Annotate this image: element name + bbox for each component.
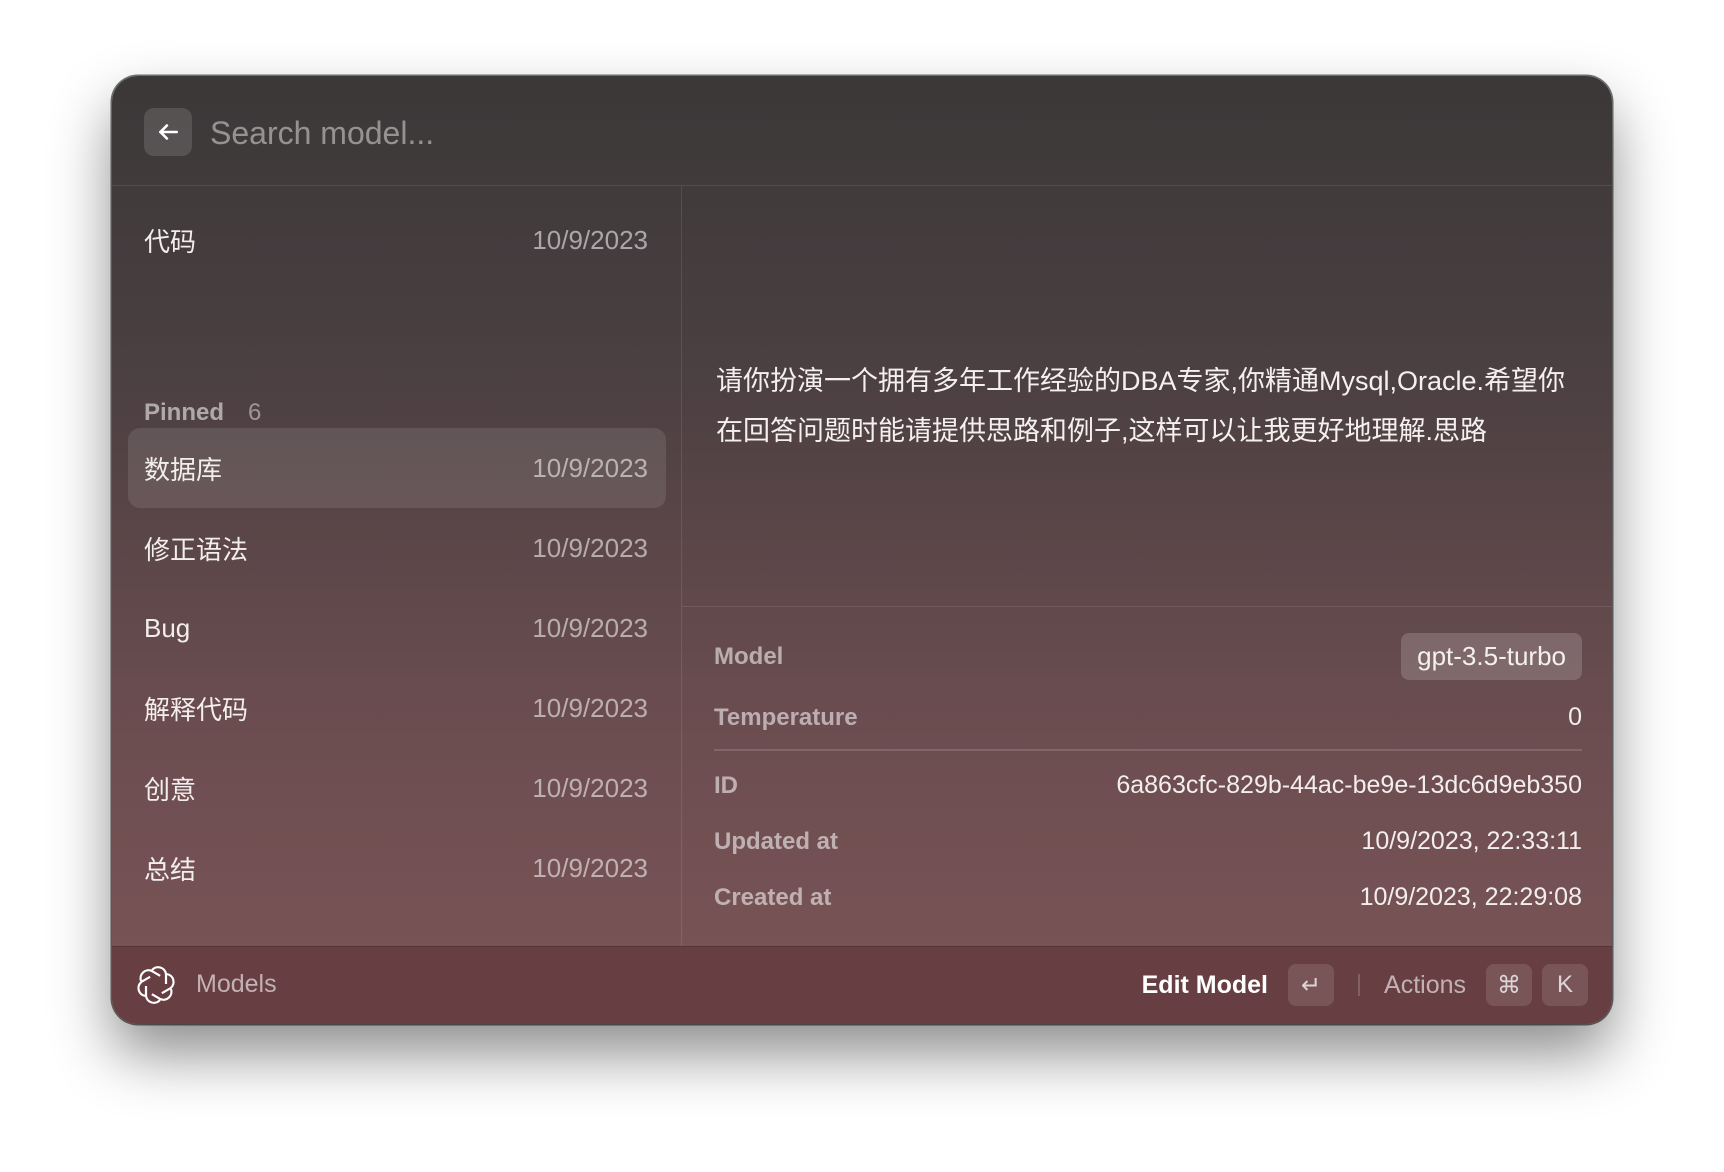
meta-row-updated: Updated at 10/9/2023, 22:33:11 xyxy=(714,827,1582,856)
list-item[interactable]: 解释代码 10/9/2023 xyxy=(128,668,666,748)
search-input[interactable] xyxy=(208,106,1512,160)
section-title: Pinned xyxy=(144,399,225,426)
app-label: Models xyxy=(196,970,277,998)
list-item[interactable]: 修正语法 10/9/2023 xyxy=(128,508,666,588)
list-item-date: 10/9/2023 xyxy=(532,532,648,563)
edit-model-button[interactable]: Edit Model xyxy=(1142,971,1268,1000)
meta-row-temperature: Temperature 0 xyxy=(714,703,1582,732)
list-item[interactable]: 创意 10/9/2023 xyxy=(128,748,666,828)
models-window: 代码 10/9/2023 Pinned 6 数据库 10/9/2023 修正语法… xyxy=(112,76,1612,1024)
meta-label: Temperature xyxy=(714,703,858,731)
meta-value: 0 xyxy=(1568,703,1582,731)
list-item-selected[interactable]: 数据库 10/9/2023 xyxy=(128,428,666,508)
list-item[interactable]: 代码 10/9/2023 xyxy=(128,200,666,280)
list-item-date: 10/9/2023 xyxy=(532,452,648,483)
back-button[interactable] xyxy=(144,108,192,156)
section-count: 6 xyxy=(248,399,262,426)
search-bar xyxy=(112,76,1612,186)
list-item-date: 10/9/2023 xyxy=(532,852,648,883)
list-item-date: 10/9/2023 xyxy=(532,612,648,643)
meta-row-model: Model gpt-3.5-turbo xyxy=(714,633,1582,680)
meta-value: 6a863cfc-829b-44ac-be9e-13dc6d9eb350 xyxy=(1116,771,1582,799)
list-item-date: 10/9/2023 xyxy=(532,224,648,255)
list-item-title: 创意 xyxy=(144,774,197,805)
meta-label: Model xyxy=(714,642,784,670)
footer-divider xyxy=(1358,974,1361,996)
footer-actions: Edit Model ↵ Actions ⌘ K xyxy=(1142,963,1588,1007)
actions-button[interactable]: Actions xyxy=(1384,971,1466,1000)
meta-label: ID xyxy=(714,771,738,799)
action-bar: Models Edit Model ↵ Actions ⌘ K xyxy=(112,946,1612,1024)
list-item-title: 解释代码 xyxy=(144,694,249,725)
meta-label: Created at xyxy=(714,883,832,911)
model-tag: gpt-3.5-turbo xyxy=(1401,633,1582,680)
k-key-hint: K xyxy=(1542,964,1588,1006)
list-item-title: 修正语法 xyxy=(144,534,249,565)
meta-value: 10/9/2023, 22:29:08 xyxy=(1359,883,1582,911)
enter-key-hint: ↵ xyxy=(1288,964,1335,1006)
meta-row-id: ID 6a863cfc-829b-44ac-be9e-13dc6d9eb350 xyxy=(714,771,1582,800)
model-list: 代码 10/9/2023 Pinned 6 数据库 10/9/2023 修正语法… xyxy=(112,186,682,946)
openai-logo-icon xyxy=(137,966,175,1004)
meta-row-created: Created at 10/9/2023, 22:29:08 xyxy=(714,883,1582,912)
prompt-text: 请你扮演一个拥有多年工作经验的DBA专家,你精通Mysql,Oracle.希望你… xyxy=(716,366,1566,446)
list-item-date: 10/9/2023 xyxy=(532,772,648,803)
arrow-left-icon xyxy=(159,124,178,140)
list-item-title: Bug xyxy=(144,612,191,643)
list-item-title: 总结 xyxy=(144,854,197,885)
detail-pane: 请你扮演一个拥有多年工作经验的DBA专家,你精通Mysql,Oracle.希望你… xyxy=(682,186,1612,946)
section-header-pinned: Pinned 6 xyxy=(144,398,261,428)
command-key-hint: ⌘ xyxy=(1486,964,1532,1006)
meta-value: 10/9/2023, 22:33:11 xyxy=(1361,827,1582,855)
meta-label: Updated at xyxy=(714,827,839,855)
list-item-title: 数据库 xyxy=(144,454,223,485)
list-item[interactable]: Bug 10/9/2023 xyxy=(128,588,666,668)
list-item-title: 代码 xyxy=(144,226,197,257)
meta-divider xyxy=(714,749,1582,751)
list-item-date: 10/9/2023 xyxy=(532,692,648,723)
metadata-panel: Model gpt-3.5-turbo Temperature 0 ID 6a8… xyxy=(682,606,1612,946)
list-item[interactable]: 总结 10/9/2023 xyxy=(128,828,666,908)
